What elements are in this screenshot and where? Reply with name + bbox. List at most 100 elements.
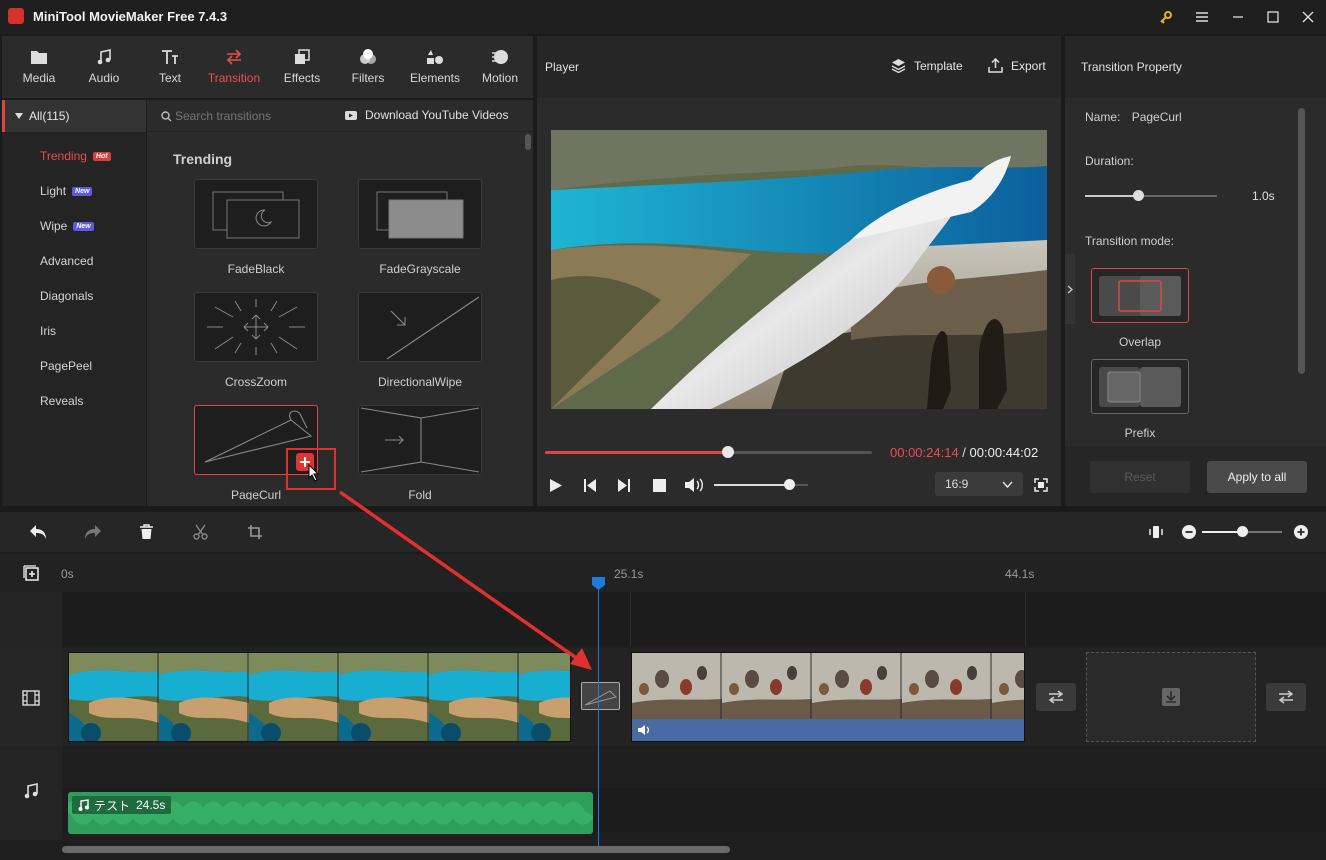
app-logo-icon [8,8,24,24]
zoom-out-button[interactable] [1182,525,1196,539]
category-item-reveals[interactable]: Reveals [40,394,83,408]
key-icon[interactable] [1148,0,1184,34]
audio-clip-duration: 24.5s [130,796,172,814]
empty-clip-slot[interactable] [1086,652,1256,742]
playback-progress-bar[interactable] [545,446,872,458]
undo-icon [30,525,46,539]
tab-transition[interactable]: Transition [202,36,266,98]
timeline-scrollbar[interactable] [62,846,730,853]
close-button[interactable] [1290,0,1326,34]
volume-fill [714,484,790,486]
transition-slot[interactable] [581,682,620,710]
zoom-slider[interactable] [1202,526,1282,537]
zoom-handle[interactable] [1237,526,1248,537]
tab-media[interactable]: Media [14,36,64,98]
split-button[interactable] [193,524,208,540]
tab-motion[interactable]: Motion [475,36,525,98]
transition-thumb-fadeblack[interactable] [194,179,318,249]
name-row: Name: PageCurl [1085,110,1182,124]
hot-badge: Hot [92,151,111,161]
template-button[interactable]: Template [891,58,963,73]
scrollbar-thumb[interactable] [525,134,531,150]
search-input[interactable] [175,107,325,125]
music-note-icon [78,799,89,811]
minimize-button[interactable] [1220,0,1256,34]
category-item-pagepeel[interactable]: PagePeel [40,359,92,373]
transition-label: FadeGrayscale [379,262,461,276]
mode-overlap-option[interactable] [1091,268,1189,323]
category-label: Iris [40,324,56,338]
playhead-handle[interactable] [591,576,606,591]
category-item-trending[interactable]: Trending Hot [40,149,111,163]
tab-audio[interactable]: Audio [79,36,129,98]
video-clip-balloons[interactable] [631,652,1025,742]
category-item-diagonals[interactable]: Diagonals [40,289,93,303]
tab-label: Effects [283,71,321,85]
redo-button[interactable] [84,524,102,540]
menu-icon[interactable] [1184,0,1220,34]
grid-line [630,592,631,646]
swap-button[interactable] [1266,683,1306,711]
category-sidebar: All(115) Trending Hot Light New Wipe New… [2,100,146,506]
category-label: Trending [40,149,87,163]
crop-button[interactable] [247,524,263,540]
reset-button[interactable]: Reset [1090,461,1190,493]
transition-thumb-crosszoom[interactable] [194,292,318,362]
category-item-light[interactable]: Light New [40,184,93,198]
tab-elements[interactable]: Elements [406,36,464,98]
film-icon [22,690,40,706]
chevron-right-icon [1067,285,1073,293]
swap-arrows-icon [1278,690,1294,704]
snap-button[interactable] [1149,524,1163,540]
volume-button[interactable] [684,477,704,493]
category-all-label: All(115) [29,109,70,123]
maximize-button[interactable] [1255,0,1291,34]
template-label: Template [914,58,963,73]
category-item-iris[interactable]: Iris [40,324,56,338]
tab-filters[interactable]: Filters [343,36,393,98]
export-button[interactable]: Export [988,58,1046,73]
previous-frame-button[interactable] [583,478,597,493]
next-frame-button[interactable] [617,478,631,493]
delete-button[interactable] [139,524,154,540]
mode-prefix-option[interactable] [1091,359,1189,414]
ruler-mark: 44.1s [1005,567,1035,581]
chevron-down-icon [1002,480,1013,488]
progress-handle[interactable] [722,446,735,458]
video-clip-beach[interactable] [68,652,571,742]
property-scrollbar[interactable] [1298,108,1305,374]
transition-thumb-directionalwipe[interactable] [358,292,482,362]
category-all[interactable]: All(115) [2,100,146,132]
transition-label: FadeBlack [227,262,285,276]
snap-icon [1149,526,1163,538]
collapse-panel-button[interactable] [1065,254,1075,324]
audio-clip[interactable]: テスト 24.5s [68,792,593,834]
video-preview [551,130,1047,409]
stop-button[interactable] [653,479,666,492]
add-track-button[interactable] [23,565,39,581]
category-item-advanced[interactable]: Advanced [40,254,93,268]
volume-slider[interactable] [714,479,808,490]
skip-forward-icon [618,479,630,492]
fullscreen-button[interactable] [1034,478,1048,492]
undo-button[interactable] [29,524,47,540]
search-icon [161,111,172,122]
duration-handle[interactable] [1132,190,1144,201]
swap-button[interactable] [1036,683,1076,711]
title-bar: MiniTool MovieMaker Free 7.4.3 [0,0,1326,34]
download-youtube-button[interactable]: Download YouTube Videos [345,108,508,122]
category-item-wipe[interactable]: Wipe New [40,219,94,233]
playhead-line [598,578,599,850]
aspect-ratio-select[interactable]: 16:9 [935,472,1023,496]
apply-to-all-button[interactable]: Apply to all [1207,461,1307,493]
duration-slider[interactable] [1085,190,1217,201]
transition-thumb-fadegrayscale[interactable] [358,179,482,249]
play-button[interactable] [549,478,563,493]
tab-effects[interactable]: Effects [277,36,327,98]
swap-arrows-icon [1048,690,1064,704]
tab-text[interactable]: Text [145,36,195,98]
transition-thumb-fold[interactable] [358,405,482,475]
zoom-in-button[interactable] [1294,525,1308,539]
volume-handle[interactable] [784,479,796,490]
transition-label: PageCurl [230,488,282,500]
